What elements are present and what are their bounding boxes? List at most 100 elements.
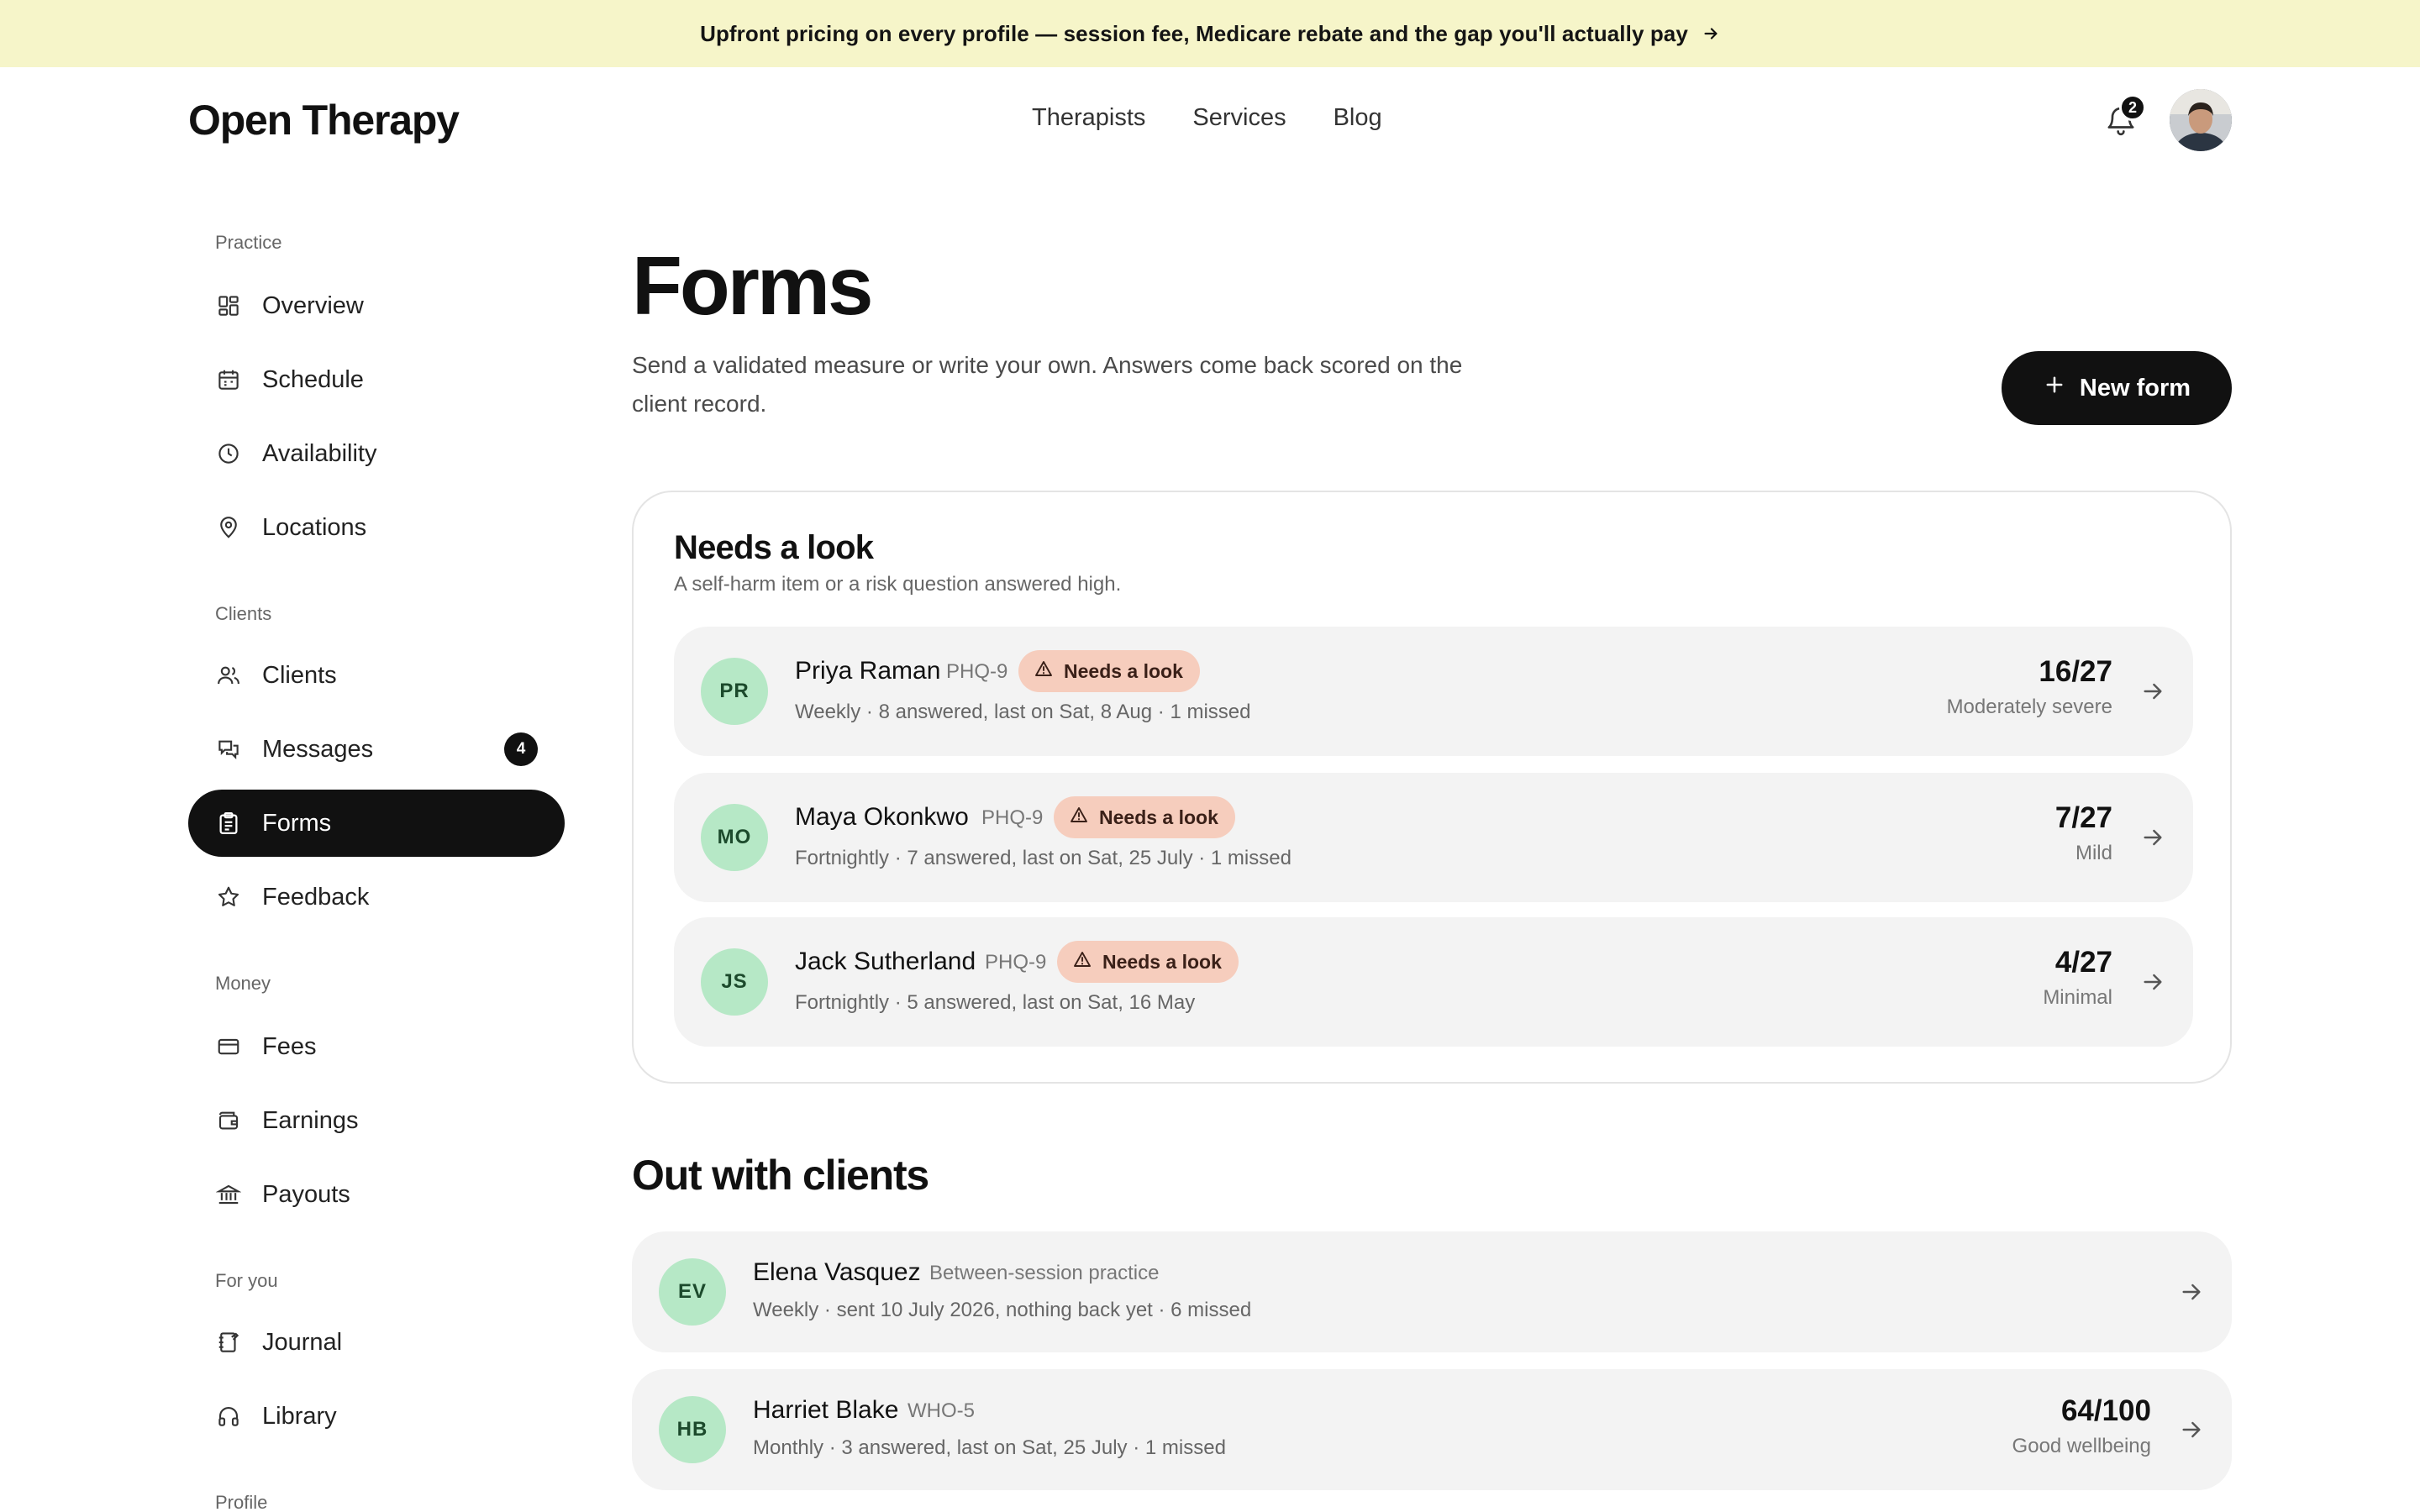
sidebar-item-schedule[interactable]: Schedule [188, 346, 565, 413]
sidebar-item-earnings[interactable]: Earnings [188, 1087, 565, 1154]
severity-label: Moderately severe [1946, 696, 2112, 718]
form-row-jack-sutherland[interactable]: JS Jack Sutherland PHQ-9 Needs a look Fo… [674, 917, 2193, 1047]
new-form-label: New form [2079, 374, 2191, 402]
sidebar-item-label: Feedback [262, 883, 370, 911]
star-icon [215, 884, 242, 911]
arrow-right-icon [2139, 824, 2166, 851]
user-avatar[interactable] [2170, 89, 2232, 151]
sidebar-item-journal[interactable]: Journal [188, 1309, 565, 1376]
sidebar-item-fees[interactable]: Fees [188, 1013, 565, 1080]
form-row-maya-okonkwo[interactable]: MO Maya Okonkwo PHQ-9 Needs a look Fortn… [674, 773, 2193, 902]
client-name: Priya Raman [795, 657, 941, 685]
needs-look-badge: Needs a look [1018, 650, 1200, 692]
form-score: 64/100 [2060, 1394, 2151, 1427]
nav-blog[interactable]: Blog [1334, 104, 1382, 132]
form-score: 4/27 [2054, 946, 2112, 979]
needs-look-badge: Needs a look [1054, 796, 1235, 838]
section-label-for-you: For you [215, 1270, 278, 1291]
section-label-money: Money [215, 973, 271, 994]
warning-icon [1072, 949, 1092, 974]
sidebar-item-library[interactable]: Library [188, 1383, 565, 1450]
journal-icon [215, 1329, 242, 1356]
client-name: Maya Okonkwo [795, 803, 969, 831]
form-meta: Fortnightly · 5 answered, last on Sat, 1… [795, 991, 1196, 1014]
banner-text: Upfront pricing on every profile — sessi… [700, 20, 1688, 46]
sidebar-item-label: Payouts [262, 1180, 350, 1208]
client-initials-avatar: JS [701, 948, 768, 1016]
form-code: PHQ-9 [981, 806, 1044, 829]
pin-icon [215, 514, 242, 541]
brand-logo[interactable]: Open Therapy [188, 96, 460, 144]
section-label-clients: Clients [215, 603, 272, 624]
form-row-elena-vasquez[interactable]: EV Elena Vasquez Between-session practic… [632, 1231, 2232, 1352]
sidebar-item-label: Library [262, 1402, 337, 1430]
sidebar-item-label: Clients [262, 661, 337, 689]
form-meta: Weekly · sent 10 July 2026, nothing back… [753, 1299, 1252, 1321]
clock-icon [215, 440, 242, 467]
arrow-right-icon [2139, 969, 2166, 995]
sidebar-item-feedback[interactable]: Feedback [188, 864, 565, 931]
client-initials-avatar: PR [701, 658, 768, 725]
new-form-button[interactable]: New form [2002, 351, 2232, 425]
arrow-right-icon [1702, 24, 1720, 43]
pricing-banner[interactable]: Upfront pricing on every profile — sessi… [0, 0, 2420, 67]
nav-services[interactable]: Services [1192, 104, 1286, 132]
form-meta: Monthly · 3 answered, last on Sat, 25 Ju… [753, 1436, 1226, 1459]
sidebar-item-clients[interactable]: Clients [188, 642, 565, 709]
sidebar-item-label: Messages [262, 735, 374, 763]
sidebar-item-availability[interactable]: Availability [188, 420, 565, 487]
form-code: PHQ-9 [985, 951, 1047, 974]
sidebar-item-label: Availability [262, 439, 377, 467]
badge-label: Needs a look [1064, 659, 1183, 682]
grid-icon [215, 292, 242, 319]
nav-therapists[interactable]: Therapists [1032, 104, 1145, 132]
sidebar-item-locations[interactable]: Locations [188, 494, 565, 561]
needs-a-look-card: Needs a look A self-harm item or a risk … [632, 491, 2232, 1084]
sidebar-item-forms[interactable]: Forms [188, 790, 565, 857]
sidebar-item-label: Locations [262, 513, 367, 541]
calendar-icon [215, 366, 242, 393]
sidebar-item-messages[interactable]: Messages 4 [188, 716, 565, 783]
form-row-priya-raman[interactable]: PR Priya Raman PHQ-9 Needs a look Weekly… [674, 627, 2193, 756]
form-code: WHO-5 [908, 1399, 975, 1422]
messages-count-badge: 4 [504, 732, 538, 766]
severity-label: Minimal [2043, 986, 2112, 1009]
page-title: Forms [632, 239, 874, 332]
form-score: 7/27 [2054, 801, 2112, 834]
form-code: PHQ-9 [946, 660, 1008, 683]
headphones-icon [215, 1403, 242, 1430]
card-title: Needs a look [674, 529, 874, 566]
sidebar-item-label: Journal [262, 1328, 343, 1356]
arrow-right-icon [2139, 678, 2166, 705]
severity-label: Mild [2075, 842, 2112, 864]
card-icon [215, 1033, 242, 1060]
arrow-right-icon [2178, 1416, 2205, 1443]
form-meta: Weekly · 8 answered, last on Sat, 8 Aug … [795, 701, 1251, 723]
client-initials-avatar: HB [659, 1396, 726, 1463]
sidebar-item-label: Fees [262, 1032, 317, 1060]
sidebar-item-label: Forms [262, 809, 332, 837]
badge-label: Needs a look [1102, 950, 1222, 973]
form-meta: Fortnightly · 7 answered, last on Sat, 2… [795, 847, 1292, 869]
bank-icon [215, 1181, 242, 1208]
form-row-harriet-blake[interactable]: HB Harriet Blake WHO-5 Monthly · 3 answe… [632, 1369, 2232, 1490]
card-subtitle: A self-harm item or a risk question answ… [674, 573, 1122, 596]
client-name: Jack Sutherland [795, 948, 976, 975]
sidebar-item-label: Schedule [262, 365, 364, 393]
sidebar-item-payouts[interactable]: Payouts [188, 1161, 565, 1228]
section-label-practice: Practice [215, 232, 282, 253]
top-nav: Therapists Services Blog [1032, 104, 1382, 132]
client-initials-avatar: EV [659, 1258, 726, 1326]
client-name: Harriet Blake [753, 1396, 899, 1424]
client-initials-avatar: MO [701, 804, 768, 871]
clipboard-icon [215, 810, 242, 837]
warning-icon [1069, 805, 1089, 830]
needs-look-badge: Needs a look [1057, 941, 1239, 983]
warning-icon [1034, 659, 1054, 684]
sidebar-item-overview[interactable]: Overview [188, 272, 565, 339]
client-name: Elena Vasquez [753, 1258, 921, 1286]
form-score: 16/27 [2039, 655, 2112, 688]
section-label-profile: Profile [215, 1492, 268, 1512]
badge-label: Needs a look [1099, 806, 1218, 828]
users-icon [215, 662, 242, 689]
